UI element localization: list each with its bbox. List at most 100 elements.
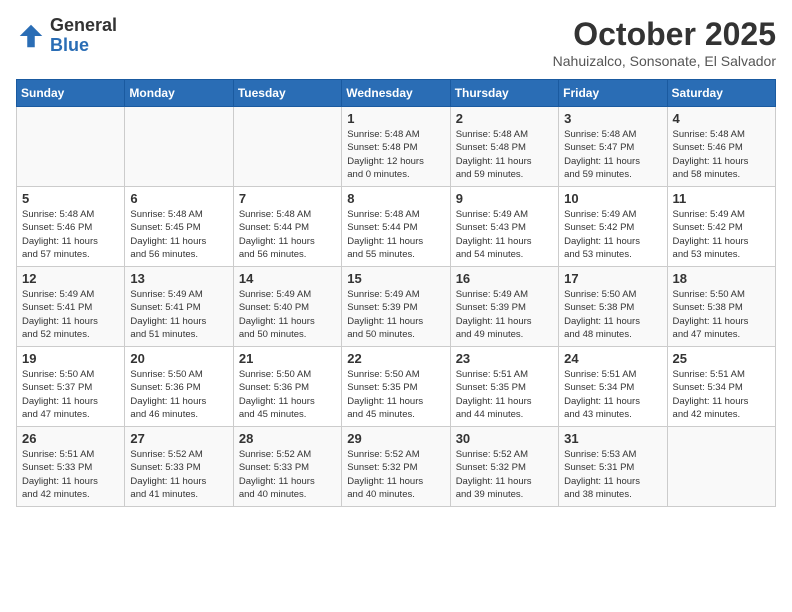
- day-info: Sunrise: 5:52 AM Sunset: 5:32 PM Dayligh…: [347, 448, 444, 501]
- calendar-cell: 24 Sunrise: 5:51 AM Sunset: 5:34 PM Dayli…: [559, 347, 667, 427]
- calendar-cell: 13 Sunrise: 5:49 AM Sunset: 5:41 PM Dayli…: [125, 267, 233, 347]
- day-info: Sunrise: 5:50 AM Sunset: 5:37 PM Dayligh…: [22, 368, 119, 421]
- header-cell-friday: Friday: [559, 80, 667, 107]
- calendar-cell: 1 Sunrise: 5:48 AM Sunset: 5:48 PM Daylig…: [342, 107, 450, 187]
- day-info: Sunrise: 5:48 AM Sunset: 5:44 PM Dayligh…: [347, 208, 444, 261]
- day-number: 19: [22, 351, 119, 366]
- calendar-cell: 12 Sunrise: 5:49 AM Sunset: 5:41 PM Dayli…: [17, 267, 125, 347]
- day-number: 30: [456, 431, 553, 446]
- day-number: 23: [456, 351, 553, 366]
- day-number: 16: [456, 271, 553, 286]
- day-number: 24: [564, 351, 661, 366]
- header-cell-tuesday: Tuesday: [233, 80, 341, 107]
- day-info: Sunrise: 5:51 AM Sunset: 5:34 PM Dayligh…: [673, 368, 770, 421]
- calendar-cell: 15 Sunrise: 5:49 AM Sunset: 5:39 PM Dayli…: [342, 267, 450, 347]
- calendar-cell: 29Sunrise: 5:52 AM Sunset: 5:32 PM Dayli…: [342, 427, 450, 507]
- calendar-cell: 4 Sunrise: 5:48 AM Sunset: 5:46 PM Daylig…: [667, 107, 775, 187]
- day-info: Sunrise: 5:48 AM Sunset: 5:47 PM Dayligh…: [564, 128, 661, 181]
- day-number: 12: [22, 271, 119, 286]
- day-info: Sunrise: 5:52 AM Sunset: 5:33 PM Dayligh…: [239, 448, 336, 501]
- logo-text: General Blue: [50, 16, 117, 56]
- day-info: Sunrise: 5:48 AM Sunset: 5:45 PM Dayligh…: [130, 208, 227, 261]
- calendar-cell: 17 Sunrise: 5:50 AM Sunset: 5:38 PM Dayli…: [559, 267, 667, 347]
- week-row-2: 5 Sunrise: 5:48 AM Sunset: 5:46 PM Daylig…: [17, 187, 776, 267]
- day-info: Sunrise: 5:52 AM Sunset: 5:33 PM Dayligh…: [130, 448, 227, 501]
- calendar-cell: [17, 107, 125, 187]
- day-info: Sunrise: 5:50 AM Sunset: 5:35 PM Dayligh…: [347, 368, 444, 421]
- calendar-cell: 19 Sunrise: 5:50 AM Sunset: 5:37 PM Dayli…: [17, 347, 125, 427]
- calendar-cell: 22Sunrise: 5:50 AM Sunset: 5:35 PM Dayli…: [342, 347, 450, 427]
- day-number: 18: [673, 271, 770, 286]
- calendar-cell: 6 Sunrise: 5:48 AM Sunset: 5:45 PM Daylig…: [125, 187, 233, 267]
- day-info: Sunrise: 5:50 AM Sunset: 5:36 PM Dayligh…: [130, 368, 227, 421]
- header-cell-thursday: Thursday: [450, 80, 558, 107]
- logo-blue: Blue: [50, 36, 117, 56]
- header-cell-saturday: Saturday: [667, 80, 775, 107]
- header-row: SundayMondayTuesdayWednesdayThursdayFrid…: [17, 80, 776, 107]
- day-info: Sunrise: 5:49 AM Sunset: 5:39 PM Dayligh…: [456, 288, 553, 341]
- day-info: Sunrise: 5:50 AM Sunset: 5:36 PM Dayligh…: [239, 368, 336, 421]
- day-number: 17: [564, 271, 661, 286]
- calendar-cell: 5 Sunrise: 5:48 AM Sunset: 5:46 PM Daylig…: [17, 187, 125, 267]
- calendar-cell: [667, 427, 775, 507]
- day-number: 7: [239, 191, 336, 206]
- day-info: Sunrise: 5:53 AM Sunset: 5:31 PM Dayligh…: [564, 448, 661, 501]
- day-info: Sunrise: 5:48 AM Sunset: 5:46 PM Dayligh…: [22, 208, 119, 261]
- day-number: 26: [22, 431, 119, 446]
- calendar-cell: 26 Sunrise: 5:51 AM Sunset: 5:33 PM Dayli…: [17, 427, 125, 507]
- day-info: Sunrise: 5:50 AM Sunset: 5:38 PM Dayligh…: [564, 288, 661, 341]
- header-cell-sunday: Sunday: [17, 80, 125, 107]
- day-number: 15: [347, 271, 444, 286]
- day-number: 1: [347, 111, 444, 126]
- calendar-cell: 18Sunrise: 5:50 AM Sunset: 5:38 PM Dayli…: [667, 267, 775, 347]
- month-title: October 2025: [553, 16, 776, 53]
- day-info: Sunrise: 5:51 AM Sunset: 5:35 PM Dayligh…: [456, 368, 553, 421]
- day-number: 3: [564, 111, 661, 126]
- day-number: 25: [673, 351, 770, 366]
- day-number: 31: [564, 431, 661, 446]
- calendar-cell: 31 Sunrise: 5:53 AM Sunset: 5:31 PM Dayli…: [559, 427, 667, 507]
- day-info: Sunrise: 5:49 AM Sunset: 5:41 PM Dayligh…: [130, 288, 227, 341]
- day-number: 6: [130, 191, 227, 206]
- logo-icon: [16, 21, 46, 51]
- calendar-cell: 16 Sunrise: 5:49 AM Sunset: 5:39 PM Dayli…: [450, 267, 558, 347]
- calendar-cell: 30Sunrise: 5:52 AM Sunset: 5:32 PM Dayli…: [450, 427, 558, 507]
- day-number: 27: [130, 431, 227, 446]
- day-info: Sunrise: 5:49 AM Sunset: 5:39 PM Dayligh…: [347, 288, 444, 341]
- calendar-cell: [233, 107, 341, 187]
- calendar-cell: 3 Sunrise: 5:48 AM Sunset: 5:47 PM Daylig…: [559, 107, 667, 187]
- day-info: Sunrise: 5:49 AM Sunset: 5:41 PM Dayligh…: [22, 288, 119, 341]
- calendar-cell: 8 Sunrise: 5:48 AM Sunset: 5:44 PM Daylig…: [342, 187, 450, 267]
- day-info: Sunrise: 5:48 AM Sunset: 5:46 PM Dayligh…: [673, 128, 770, 181]
- day-number: 2: [456, 111, 553, 126]
- calendar-cell: 10Sunrise: 5:49 AM Sunset: 5:42 PM Dayli…: [559, 187, 667, 267]
- day-info: Sunrise: 5:48 AM Sunset: 5:44 PM Dayligh…: [239, 208, 336, 261]
- day-number: 21: [239, 351, 336, 366]
- day-info: Sunrise: 5:51 AM Sunset: 5:33 PM Dayligh…: [22, 448, 119, 501]
- week-row-3: 12 Sunrise: 5:49 AM Sunset: 5:41 PM Dayli…: [17, 267, 776, 347]
- day-info: Sunrise: 5:48 AM Sunset: 5:48 PM Dayligh…: [347, 128, 444, 181]
- logo-general: General: [50, 16, 117, 36]
- day-number: 4: [673, 111, 770, 126]
- location: Nahuizalco, Sonsonate, El Salvador: [553, 53, 776, 69]
- calendar-table: SundayMondayTuesdayWednesdayThursdayFrid…: [16, 79, 776, 507]
- day-number: 8: [347, 191, 444, 206]
- logo: General Blue: [16, 16, 117, 56]
- day-number: 5: [22, 191, 119, 206]
- day-info: Sunrise: 5:49 AM Sunset: 5:42 PM Dayligh…: [564, 208, 661, 261]
- week-row-1: 1 Sunrise: 5:48 AM Sunset: 5:48 PM Daylig…: [17, 107, 776, 187]
- page-header: General Blue October 2025 Nahuizalco, So…: [16, 16, 776, 69]
- calendar-cell: 7 Sunrise: 5:48 AM Sunset: 5:44 PM Daylig…: [233, 187, 341, 267]
- calendar-cell: [125, 107, 233, 187]
- calendar-cell: 21 Sunrise: 5:50 AM Sunset: 5:36 PM Dayli…: [233, 347, 341, 427]
- day-number: 28: [239, 431, 336, 446]
- day-number: 9: [456, 191, 553, 206]
- day-info: Sunrise: 5:51 AM Sunset: 5:34 PM Dayligh…: [564, 368, 661, 421]
- header-cell-monday: Monday: [125, 80, 233, 107]
- calendar-cell: 2Sunrise: 5:48 AM Sunset: 5:48 PM Daylig…: [450, 107, 558, 187]
- calendar-cell: 23 Sunrise: 5:51 AM Sunset: 5:35 PM Dayli…: [450, 347, 558, 427]
- header-cell-wednesday: Wednesday: [342, 80, 450, 107]
- calendar-body: 1 Sunrise: 5:48 AM Sunset: 5:48 PM Daylig…: [17, 107, 776, 507]
- day-number: 13: [130, 271, 227, 286]
- calendar-cell: 14Sunrise: 5:49 AM Sunset: 5:40 PM Dayli…: [233, 267, 341, 347]
